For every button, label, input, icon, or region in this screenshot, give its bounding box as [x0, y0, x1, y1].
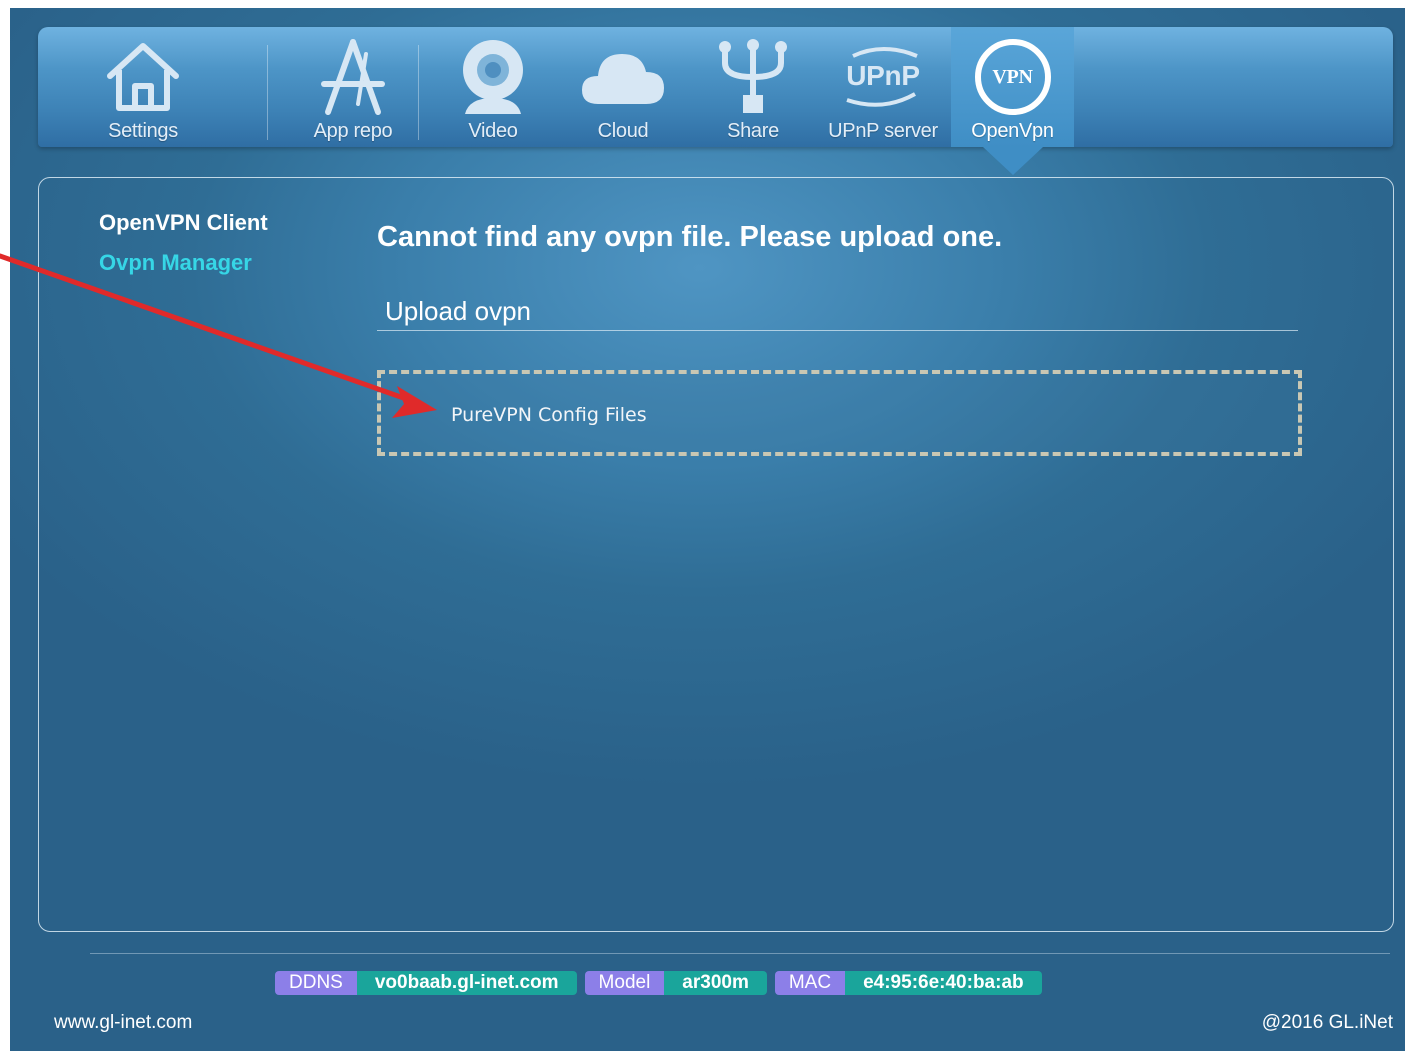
footer-divider — [90, 953, 1390, 954]
section-title-upload: Upload ovpn — [377, 293, 1298, 331]
dragged-file-label: PureVPN Config Files — [451, 404, 647, 426]
side-menu: OpenVPN Client Ovpn Manager — [99, 203, 268, 283]
cloud-icon — [563, 37, 683, 117]
info-key-mac: MAC — [774, 971, 846, 995]
app-store-icon — [288, 37, 418, 117]
info-value-model: ar300m — [664, 971, 767, 995]
nav-item-openvpn[interactable]: VPN OpenVpn — [951, 27, 1074, 175]
webcam-icon — [433, 37, 553, 117]
nav-label-cloud: Cloud — [597, 120, 649, 142]
nav-item-video[interactable]: Video — [433, 27, 553, 147]
nav-label-upnp-server: UPnP server — [828, 120, 938, 142]
nav-item-share[interactable]: Share — [693, 27, 813, 147]
info-key-model: Model — [584, 971, 665, 995]
nav-item-cloud[interactable]: Cloud — [563, 27, 683, 147]
page-title: Cannot find any ovpn file. Please upload… — [377, 221, 1003, 253]
info-value-mac: e4:95:6e:40:ba:ab — [845, 971, 1042, 995]
nav-item-app-repo[interactable]: App repo — [288, 27, 418, 147]
home-icon — [78, 37, 208, 117]
footer-copyright: @2016 GL.iNet — [1261, 1012, 1393, 1033]
nav-label-app-repo: App repo — [313, 120, 393, 142]
vpn-icon: VPN — [951, 37, 1074, 117]
nav-label-settings: Settings — [108, 120, 178, 142]
content-panel: OpenVPN Client Ovpn Manager Cannot find … — [38, 177, 1394, 932]
usb-icon — [693, 37, 813, 117]
info-mac: MAC e4:95:6e:40:ba:ab — [774, 971, 1042, 995]
device-info-bar: DDNS vo0baab.gl-inet.com Model ar300m MA… — [275, 971, 1042, 995]
nav-item-upnp-server[interactable]: UPnP UPnP server — [818, 27, 948, 147]
app-window: Settings App repo Video Cloud Share UPnP… — [10, 8, 1405, 1051]
vpn-icon-text: VPN — [992, 65, 1033, 88]
sidebar-item-ovpn-manager[interactable]: Ovpn Manager — [99, 243, 268, 283]
top-navbar: Settings App repo Video Cloud Share UPnP… — [38, 27, 1393, 175]
sidebar-item-openvpn-client[interactable]: OpenVPN Client — [99, 203, 268, 243]
footer-website: www.gl-inet.com — [54, 1012, 193, 1033]
upnp-icon: UPnP — [818, 37, 948, 117]
nav-label-share: Share — [727, 120, 779, 142]
info-model: Model ar300m — [584, 971, 767, 995]
nav-item-settings[interactable]: Settings — [78, 27, 208, 147]
nav-label-openvpn: OpenVpn — [971, 120, 1054, 142]
info-key-ddns: DDNS — [275, 971, 357, 995]
upnp-icon-text: UPnP — [846, 60, 920, 91]
info-value-ddns: vo0baab.gl-inet.com — [356, 971, 577, 995]
info-ddns: DDNS vo0baab.gl-inet.com — [275, 971, 577, 995]
file-drop-zone[interactable]: PureVPN Config Files — [377, 370, 1302, 456]
nav-label-video: Video — [468, 120, 518, 142]
